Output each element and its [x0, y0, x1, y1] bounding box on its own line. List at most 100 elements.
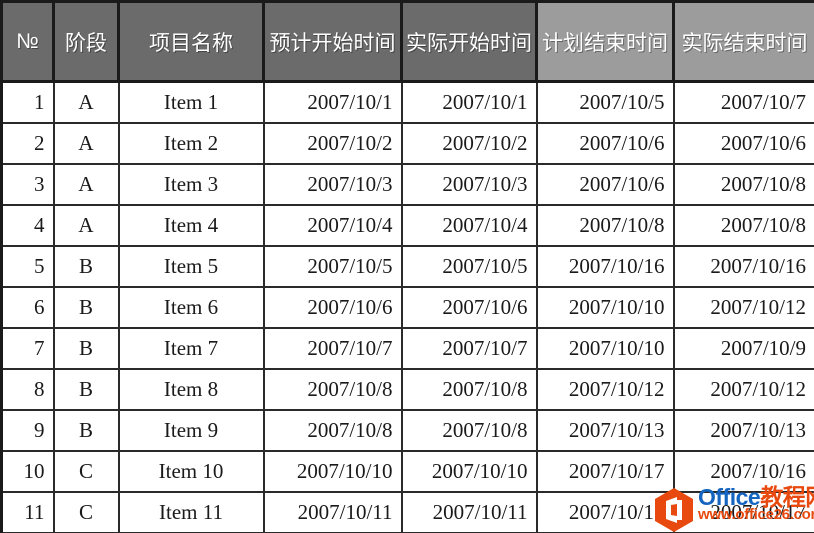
cell-planned_end[interactable]: 2007/10/8: [536, 204, 675, 247]
cell-planned_end[interactable]: 2007/10/6: [536, 163, 675, 206]
cell-actual_end[interactable]: 2007/10/7: [673, 81, 814, 124]
cell-name[interactable]: Item 9: [118, 409, 265, 452]
cell-planned_start[interactable]: 2007/10/1: [263, 81, 403, 124]
cell-no[interactable]: 5: [0, 245, 55, 288]
cell-planned_start[interactable]: 2007/10/11: [263, 491, 403, 533]
cell-actual_end[interactable]: 2007/10/13: [673, 409, 814, 452]
cell-actual_start[interactable]: 2007/10/10: [401, 450, 538, 493]
cell-actual_end[interactable]: 2007/10/8: [673, 163, 814, 206]
cell-stage[interactable]: B: [53, 368, 120, 411]
cell-planned_start[interactable]: 2007/10/3: [263, 163, 403, 206]
cell-stage[interactable]: C: [53, 491, 120, 533]
cell-name[interactable]: Item 5: [118, 245, 265, 288]
table-row[interactable]: 4 A Item 4 2007/10/4 2007/10/4 2007/10/8 2007/…: [0, 204, 814, 247]
cell-name[interactable]: Item 10: [118, 450, 265, 493]
cell-name[interactable]: Item 1: [118, 81, 265, 124]
column-header-stage[interactable]: 阶段: [53, 0, 120, 83]
cell-planned_end[interactable]: 2007/10/6: [536, 122, 675, 165]
table-row[interactable]: 2 A Item 2 2007/10/2 2007/10/2 2007/10/6 2007/…: [0, 122, 814, 165]
table-row[interactable]: 6 B Item 6 2007/10/6 2007/10/6 2007/10/10 2007…: [0, 286, 814, 329]
cell-stage[interactable]: B: [53, 327, 120, 370]
cell-name[interactable]: Item 11: [118, 491, 265, 533]
cell-planned_start[interactable]: 2007/10/4: [263, 204, 403, 247]
cell-actual_start[interactable]: 2007/10/6: [401, 286, 538, 329]
table-row[interactable]: 5 B Item 5 2007/10/5 2007/10/5 2007/10/16 2007…: [0, 245, 814, 288]
cell-planned_end[interactable]: 2007/10/10: [536, 327, 675, 370]
cell-actual_end[interactable]: 2007/10/6: [673, 122, 814, 165]
cell-actual_start[interactable]: 2007/10/1: [401, 81, 538, 124]
cell-no[interactable]: 4: [0, 204, 55, 247]
cell-name[interactable]: Item 2: [118, 122, 265, 165]
cell-actual_end[interactable]: 2007/10/12: [673, 286, 814, 329]
cell-actual_start[interactable]: 2007/10/7: [401, 327, 538, 370]
table-row[interactable]: 3 A Item 3 2007/10/3 2007/10/3 2007/10/6 2007/…: [0, 163, 814, 206]
table-row[interactable]: 11 C Item 11 2007/10/11 2007/10/11 2007/10/17…: [0, 491, 814, 533]
cell-no[interactable]: 11: [0, 491, 55, 533]
cell-actual_start[interactable]: 2007/10/4: [401, 204, 538, 247]
cell-planned_start[interactable]: 2007/10/7: [263, 327, 403, 370]
cell-planned_start[interactable]: 2007/10/10: [263, 450, 403, 493]
cell-stage[interactable]: C: [53, 450, 120, 493]
cell-no[interactable]: 3: [0, 163, 55, 206]
cell-actual_start[interactable]: 2007/10/8: [401, 368, 538, 411]
table-header: № 阶段 项目名称 预计开始时间 实际开始时间 计划结束时间 实际结束时间: [0, 0, 814, 83]
cell-actual_start[interactable]: 2007/10/8: [401, 409, 538, 452]
cell-actual_end[interactable]: 2007/10/17: [673, 491, 814, 533]
header-row: № 阶段 项目名称 预计开始时间 实际开始时间 计划结束时间 实际结束时间: [0, 0, 814, 83]
project-schedule-table[interactable]: № 阶段 项目名称 预计开始时间 实际开始时间 计划结束时间 实际结束时间 1 A Item 1…: [0, 0, 814, 533]
table-row[interactable]: 10 C Item 10 2007/10/10 2007/10/10 2007/10/17…: [0, 450, 814, 493]
cell-planned_end[interactable]: 2007/10/17: [536, 450, 675, 493]
column-header-no[interactable]: №: [0, 0, 55, 83]
cell-name[interactable]: Item 4: [118, 204, 265, 247]
cell-actual_start[interactable]: 2007/10/2: [401, 122, 538, 165]
cell-actual_end[interactable]: 2007/10/16: [673, 245, 814, 288]
column-header-name[interactable]: 项目名称: [118, 0, 265, 83]
cell-name[interactable]: Item 8: [118, 368, 265, 411]
cell-no[interactable]: 6: [0, 286, 55, 329]
cell-actual_start[interactable]: 2007/10/3: [401, 163, 538, 206]
cell-planned_end[interactable]: 2007/10/17: [536, 491, 675, 533]
cell-planned_start[interactable]: 2007/10/8: [263, 409, 403, 452]
cell-name[interactable]: Item 6: [118, 286, 265, 329]
cell-planned_end[interactable]: 2007/10/16: [536, 245, 675, 288]
cell-stage[interactable]: A: [53, 204, 120, 247]
cell-stage[interactable]: A: [53, 122, 120, 165]
cell-actual_start[interactable]: 2007/10/5: [401, 245, 538, 288]
cell-no[interactable]: 9: [0, 409, 55, 452]
spreadsheet-canvas: № 阶段 项目名称 预计开始时间 实际开始时间 计划结束时间 实际结束时间 1 A Item 1…: [0, 0, 814, 533]
cell-planned_end[interactable]: 2007/10/5: [536, 81, 675, 124]
column-header-actual_end[interactable]: 实际结束时间: [673, 0, 814, 83]
cell-actual_end[interactable]: 2007/10/12: [673, 368, 814, 411]
table-row[interactable]: 7 B Item 7 2007/10/7 2007/10/7 2007/10/10 2007…: [0, 327, 814, 370]
cell-name[interactable]: Item 3: [118, 163, 265, 206]
cell-planned_end[interactable]: 2007/10/10: [536, 286, 675, 329]
cell-stage[interactable]: B: [53, 245, 120, 288]
cell-planned_end[interactable]: 2007/10/13: [536, 409, 675, 452]
cell-no[interactable]: 1: [0, 81, 55, 124]
cell-actual_end[interactable]: 2007/10/16: [673, 450, 814, 493]
cell-planned_start[interactable]: 2007/10/5: [263, 245, 403, 288]
table-row[interactable]: 9 B Item 9 2007/10/8 2007/10/8 2007/10/13 2007…: [0, 409, 814, 452]
cell-name[interactable]: Item 7: [118, 327, 265, 370]
cell-no[interactable]: 7: [0, 327, 55, 370]
cell-actual_end[interactable]: 2007/10/8: [673, 204, 814, 247]
cell-planned_start[interactable]: 2007/10/6: [263, 286, 403, 329]
cell-actual_start[interactable]: 2007/10/11: [401, 491, 538, 533]
cell-no[interactable]: 8: [0, 368, 55, 411]
column-header-planned_end[interactable]: 计划结束时间: [536, 0, 675, 83]
table-row[interactable]: 1 A Item 1 2007/10/1 2007/10/1 2007/10/5 2007/…: [0, 81, 814, 124]
cell-no[interactable]: 2: [0, 122, 55, 165]
table-body[interactable]: 1 A Item 1 2007/10/1 2007/10/1 2007/10/5 2007/…: [0, 81, 814, 533]
table-row[interactable]: 8 B Item 8 2007/10/8 2007/10/8 2007/10/12 2007…: [0, 368, 814, 411]
cell-stage[interactable]: A: [53, 81, 120, 124]
cell-planned_end[interactable]: 2007/10/12: [536, 368, 675, 411]
column-header-planned_start[interactable]: 预计开始时间: [263, 0, 403, 83]
column-header-actual_start[interactable]: 实际开始时间: [401, 0, 538, 83]
cell-stage[interactable]: B: [53, 409, 120, 452]
cell-stage[interactable]: B: [53, 286, 120, 329]
cell-no[interactable]: 10: [0, 450, 55, 493]
cell-actual_end[interactable]: 2007/10/9: [673, 327, 814, 370]
cell-planned_start[interactable]: 2007/10/8: [263, 368, 403, 411]
cell-planned_start[interactable]: 2007/10/2: [263, 122, 403, 165]
cell-stage[interactable]: A: [53, 163, 120, 206]
